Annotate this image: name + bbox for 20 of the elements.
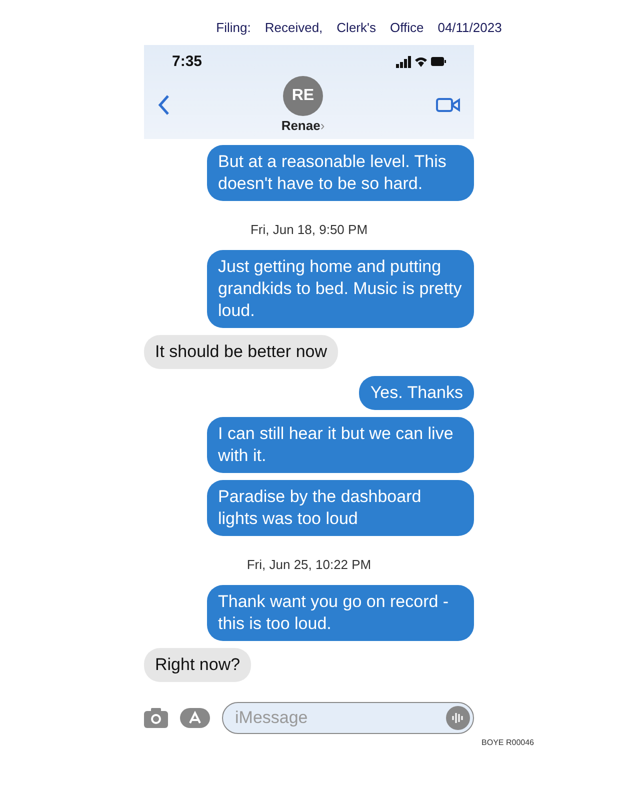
timestamp: Fri, Jun 18, 9:50 PM [249, 221, 369, 239]
filing-stamp-text: Filing: [216, 20, 251, 35]
timestamp: Fri, Jun 25, 10:22 PM [246, 556, 372, 574]
contact-name[interactable]: Renae› [281, 118, 325, 133]
message-input[interactable]: iMessage [222, 702, 474, 734]
contact-avatar[interactable]: RE [283, 76, 323, 116]
status-time: 7:35 [172, 53, 202, 70]
sent-message: Just getting home and putting grandkids to bed. Music is pretty loud. [207, 250, 474, 328]
sent-message: Thank want you go on record - this is too loud. [207, 585, 474, 641]
sent-message: Paradise by the dashboard lights was too loud [207, 480, 474, 536]
sent-message: I can still hear it but we can live with it. [207, 417, 474, 473]
sent-message: But at a reasonable level. This doesn't have to be so hard. [207, 145, 474, 201]
filing-stamp-text: 04/11/2023 [438, 20, 502, 35]
bates-number: BOYE R00046 [482, 738, 534, 747]
filing-stamp-text: Office [390, 20, 424, 35]
sent-message: Yes. Thanks [359, 376, 474, 410]
received-message: Right now? [144, 648, 252, 682]
filing-stamp-text: Clerk's [336, 20, 376, 35]
filing-stamp-text: Received, [264, 20, 323, 35]
received-message: It should be better now [144, 335, 338, 369]
